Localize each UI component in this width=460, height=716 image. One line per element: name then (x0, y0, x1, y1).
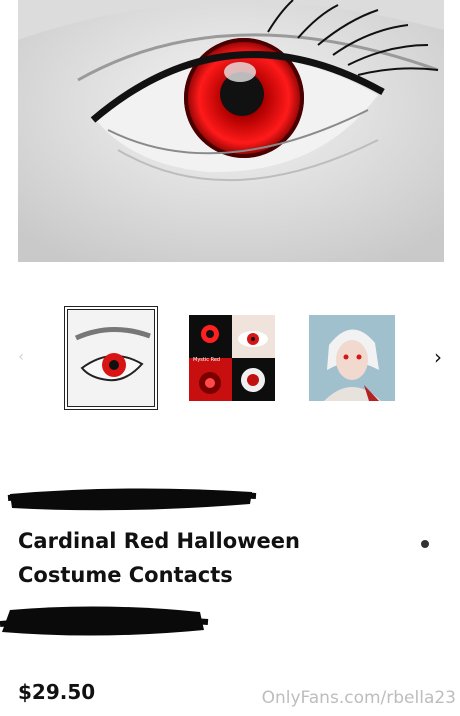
product-main-image[interactable] (18, 0, 444, 262)
thumbnail-2[interactable]: Mystic Red (189, 315, 275, 401)
watermark-text: OnlyFans.com/rbella23 (261, 688, 456, 708)
chevron-right-icon[interactable]: › (428, 346, 448, 368)
redaction-scribble-bottom (0, 606, 209, 636)
chevron-left-icon[interactable]: ‹ (14, 348, 28, 366)
product-title: Cardinal Red Halloween Costume Contacts (18, 524, 378, 592)
thumbnail-1[interactable] (64, 306, 158, 410)
thumbnail-label: Mystic Red (193, 357, 221, 363)
product-title-line-2: Costume Contacts (18, 563, 233, 587)
product-price: $29.50 (18, 680, 96, 704)
thumbnail-carousel: ‹ Mystic Red › (0, 300, 460, 415)
redaction-scribble-top (7, 488, 257, 511)
dot-indicator (421, 540, 429, 548)
thumbnail-3[interactable] (309, 315, 395, 401)
product-title-line-1: Cardinal Red Halloween (18, 529, 300, 553)
